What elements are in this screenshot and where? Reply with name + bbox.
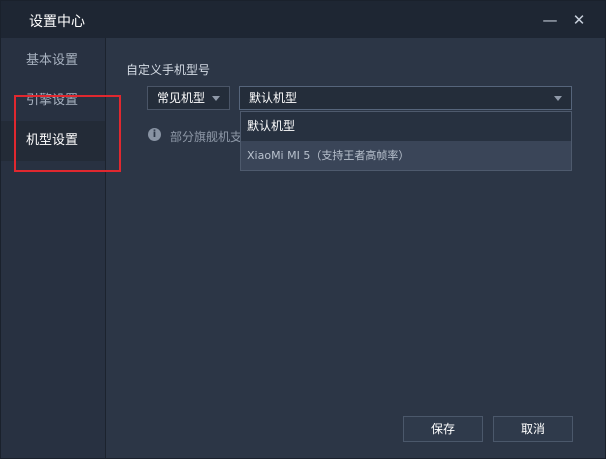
chevron-down-icon xyxy=(212,96,220,101)
model-select-value: 默认机型 xyxy=(249,91,298,105)
category-select-value: 常见机型 xyxy=(157,91,206,105)
sidebar: 基本设置 引擎设置 机型设置 xyxy=(1,38,106,458)
dropdown-option[interactable]: XiaoMi MI 5（支持王者高帧率） xyxy=(241,141,571,170)
category-select[interactable]: 常见机型 xyxy=(147,86,230,110)
window-title: 设置中心 xyxy=(29,14,85,30)
cancel-button[interactable]: 取消 xyxy=(493,416,573,442)
sidebar-item-model[interactable]: 机型设置 xyxy=(1,121,105,161)
main-panel: 自定义手机型号 常见机型 默认机型 i 部分旗舰机支 默认机型 XiaoMi M… xyxy=(106,38,605,458)
close-button[interactable]: ✕ xyxy=(568,9,590,31)
section-label: 自定义手机型号 xyxy=(126,63,211,77)
chevron-down-icon xyxy=(554,96,562,101)
model-dropdown-list: 默认机型 XiaoMi MI 5（支持王者高帧率） xyxy=(240,111,572,171)
sidebar-item-basic[interactable]: 基本设置 xyxy=(1,41,105,81)
model-select[interactable]: 默认机型 xyxy=(239,86,572,110)
save-button[interactable]: 保存 xyxy=(403,416,483,442)
info-text: 部分旗舰机支 xyxy=(170,130,240,144)
title-bar: 设置中心 — ✕ xyxy=(1,1,605,38)
sidebar-item-engine[interactable]: 引擎设置 xyxy=(1,81,105,121)
dropdown-option[interactable]: 默认机型 xyxy=(241,112,571,141)
info-icon: i xyxy=(148,128,161,141)
settings-window: 设置中心 — ✕ 基本设置 引擎设置 机型设置 自定义手机型号 常见机型 默认机… xyxy=(0,0,606,459)
minimize-button[interactable]: — xyxy=(539,9,561,31)
